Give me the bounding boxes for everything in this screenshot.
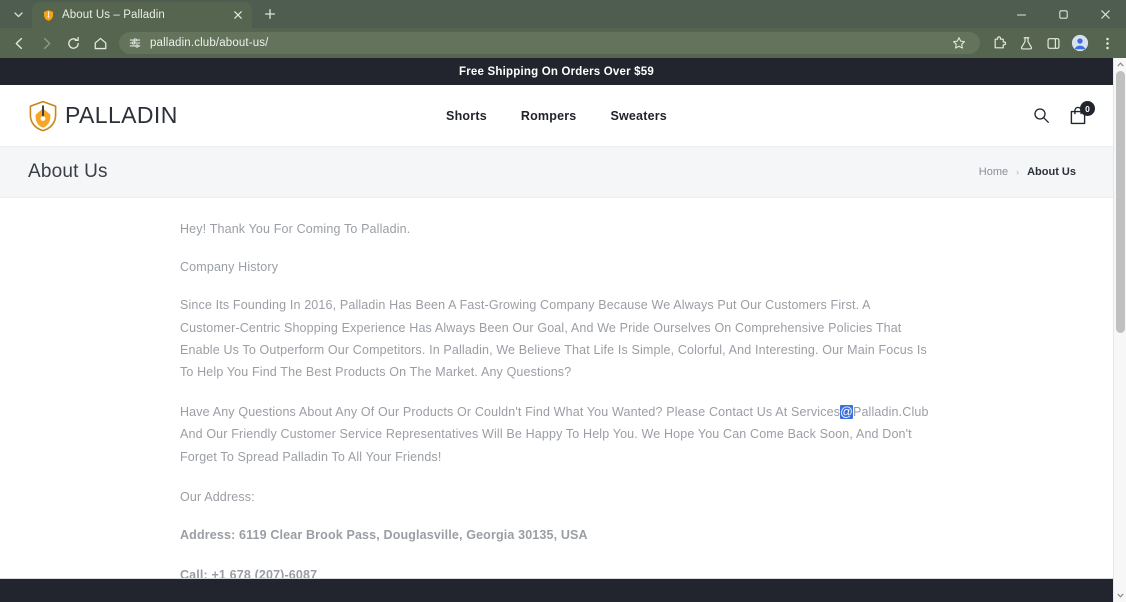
cart-count-badge: 0 <box>1080 101 1095 116</box>
scrollbar-track[interactable] <box>1114 71 1126 589</box>
minimize-icon <box>1016 13 1026 16</box>
shield-favicon <box>41 8 55 22</box>
maximize-button[interactable] <box>1042 0 1084 28</box>
page-scrollbar[interactable] <box>1113 58 1126 602</box>
address-label: Our Address: <box>180 489 255 504</box>
forward-button[interactable] <box>33 30 59 56</box>
extensions-puzzle-icon <box>994 35 1006 48</box>
web-page: Free Shipping On Orders Over $59 PALLADI… <box>0 58 1113 602</box>
scrollbar-up-button[interactable] <box>1114 58 1126 71</box>
search-icon <box>1034 108 1049 123</box>
extensions-button[interactable] <box>986 30 1012 56</box>
address-line: Address: 6119 Clear Brook Pass, Douglasv… <box>180 528 588 543</box>
announcement-bar: Free Shipping On Orders Over $59 <box>0 58 1113 85</box>
page-title: About Us <box>28 161 108 182</box>
contact-text-before: Have Any Questions About Any Of Our Prod… <box>180 405 841 420</box>
page-viewport: Free Shipping On Orders Over $59 PALLADI… <box>0 58 1126 602</box>
window-close-icon <box>1100 9 1110 19</box>
scroll-down-arrow-icon <box>1117 593 1123 598</box>
search-button[interactable] <box>1033 107 1050 124</box>
browser-window: About Us – Palladin palladin.club/about-… <box>0 0 1126 602</box>
site-footer <box>0 578 1113 602</box>
close-icon <box>234 11 242 19</box>
address-bar[interactable]: palladin.club/about-us/ <box>119 32 980 54</box>
profile-avatar-icon <box>1071 34 1089 52</box>
new-tab-button[interactable] <box>257 1 283 27</box>
chevron-down-icon <box>13 11 23 17</box>
site-settings-icon[interactable] <box>128 36 142 50</box>
side-panel-icon <box>1046 37 1060 49</box>
reload-icon <box>67 36 79 49</box>
home-button[interactable] <box>87 30 113 56</box>
intro-paragraph: Hey! Thank You For Coming To Palladin. <box>180 222 411 236</box>
contact-paragraph: Have Any Questions About Any Of Our Prod… <box>180 401 933 468</box>
star-icon <box>953 37 965 49</box>
breadcrumb-separator-icon: › <box>1016 167 1020 177</box>
labs-button[interactable] <box>1013 30 1039 56</box>
site-header: PALLADIN Shorts Rompers Sweaters 0 <box>0 85 1113 147</box>
nav-item-shorts[interactable]: Shorts <box>446 109 487 123</box>
selected-at-symbol[interactable]: @ <box>840 405 853 420</box>
section-heading: Company History <box>180 260 279 275</box>
reload-button[interactable] <box>60 30 86 56</box>
flask-icon <box>1020 36 1032 50</box>
cart-button[interactable]: 0 <box>1069 101 1095 125</box>
scroll-up-arrow-icon <box>1117 62 1123 67</box>
scrollbar-down-button[interactable] <box>1114 589 1126 602</box>
plus-icon <box>264 8 276 20</box>
window-close-button[interactable] <box>1084 0 1126 28</box>
breadcrumb-home[interactable]: Home <box>979 166 1008 178</box>
tab-title: About Us – Palladin <box>62 9 165 21</box>
nav-item-rompers[interactable]: Rompers <box>521 109 577 123</box>
page-title-band: About Us Home › About Us <box>0 147 1113 198</box>
window-controls <box>1000 0 1126 28</box>
history-paragraph: Since Its Founding In 2016, Palladin Has… <box>180 298 927 380</box>
side-panel-button[interactable] <box>1040 30 1066 56</box>
minimize-button[interactable] <box>1000 0 1042 28</box>
logo-text: PALLADIN <box>65 102 178 128</box>
shield-logo-icon <box>28 100 58 132</box>
breadcrumb: Home › About Us <box>979 166 1076 178</box>
announcement-text: Free Shipping On Orders Over $59 <box>459 65 654 78</box>
url-text: palladin.club/about-us/ <box>150 37 269 49</box>
browser-toolbar: palladin.club/about-us/ <box>0 28 1126 58</box>
page-content: Hey! Thank You For Coming To Palladin. C… <box>0 198 1113 602</box>
tab-search-button[interactable] <box>6 2 30 26</box>
back-arrow-icon <box>15 37 22 49</box>
header-actions: 0 <box>1033 101 1095 125</box>
site-logo[interactable]: PALLADIN <box>28 100 178 132</box>
forward-arrow-icon <box>43 37 50 49</box>
profile-button[interactable] <box>1067 30 1093 56</box>
breadcrumb-current: About Us <box>1027 166 1076 178</box>
main-nav: Shorts Rompers Sweaters <box>446 109 667 123</box>
back-button[interactable] <box>6 30 32 56</box>
maximize-icon <box>1058 9 1068 19</box>
bookmark-button[interactable] <box>946 32 972 54</box>
browser-menu-button[interactable] <box>1094 30 1120 56</box>
browser-tab[interactable]: About Us – Palladin <box>32 2 252 28</box>
home-icon <box>94 37 106 49</box>
tab-strip: About Us – Palladin <box>0 0 1126 28</box>
nav-item-sweaters[interactable]: Sweaters <box>610 109 667 123</box>
tab-close-button[interactable] <box>230 7 246 23</box>
three-dot-menu-icon <box>1105 37 1109 49</box>
scrollbar-thumb[interactable] <box>1115 71 1125 333</box>
